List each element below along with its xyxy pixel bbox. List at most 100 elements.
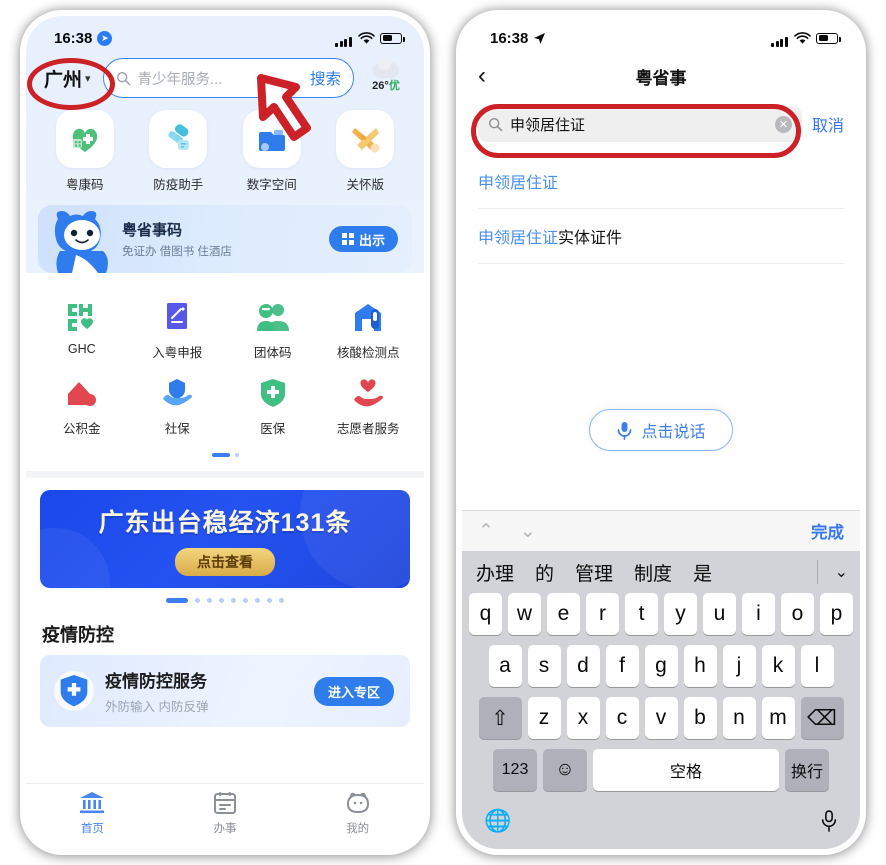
pagination-dot[interactable] (267, 598, 272, 603)
candidate-word[interactable]: 管理 (575, 559, 613, 586)
bottom-tab-bar: 首页 办事 我的 (26, 783, 424, 849)
service-medical-insurance[interactable]: 医保 (225, 373, 321, 437)
key-z[interactable]: z (527, 697, 561, 739)
pagination-active[interactable] (211, 453, 230, 457)
tab-home[interactable]: 首页 (26, 789, 159, 849)
chevron-down-icon[interactable]: ⌄ (520, 520, 536, 543)
weather-widget[interactable]: 26°优 (362, 56, 410, 94)
promo-button[interactable]: 点击查看 (175, 547, 275, 576)
shift-up-arrow-icon[interactable]: ⇧ (478, 697, 522, 739)
key-p[interactable]: p (820, 593, 853, 635)
microphone-icon[interactable] (820, 810, 838, 832)
key-x[interactable]: x (566, 697, 600, 739)
profile-face-icon (291, 789, 424, 817)
key-f[interactable]: f (605, 645, 639, 687)
numeric-key[interactable]: 123 (493, 749, 537, 791)
chevron-down-icon[interactable]: ⌄ (835, 562, 848, 582)
keyboard-row-3: ⇧ z x c v b n m ⌫ (462, 697, 860, 749)
city-selector[interactable]: 广州 ▾ (40, 63, 95, 94)
pagination-dot[interactable] (255, 598, 260, 603)
key-c[interactable]: c (605, 697, 639, 739)
service-housing-fund[interactable]: 公积金 (34, 373, 130, 437)
list-item[interactable]: 申领居住证 (478, 154, 844, 209)
pagination-dot[interactable] (219, 598, 224, 603)
key-b[interactable]: b (683, 697, 717, 739)
key-m[interactable]: m (761, 697, 795, 739)
app-shortcut-digital-space[interactable]: 数字空间 (225, 110, 319, 193)
app-shortcut-epidemic-assistant[interactable]: 防疫助手 (132, 110, 226, 193)
candidate-word[interactable]: 办理 (476, 559, 514, 586)
app-shortcut-yuekangma[interactable]: 粤康码 (38, 110, 132, 193)
globe-language-icon[interactable]: 🌐 (484, 808, 511, 834)
pagination-active[interactable] (166, 598, 188, 603)
epidemic-service-card[interactable]: 疫情防控服务 外防输入 内防反弹 进入专区 (40, 655, 410, 727)
done-button[interactable]: 完成 (811, 519, 844, 543)
key-y[interactable]: y (664, 593, 697, 635)
key-u[interactable]: u (703, 593, 736, 635)
key-h[interactable]: h (683, 645, 717, 687)
candidate-word[interactable]: 制度 (634, 559, 672, 586)
service-social-security[interactable]: 社保 (130, 373, 226, 437)
search-input[interactable]: 申领居住证 ✕ (478, 106, 802, 142)
chevron-up-icon[interactable]: ⌃ (478, 520, 494, 543)
service-group-code[interactable]: 团体码 (225, 297, 321, 361)
shield-plus-icon (54, 671, 94, 711)
key-l[interactable]: l (800, 645, 834, 687)
enter-zone-button[interactable]: 进入专区 (313, 677, 394, 706)
left-header-area: 16:38 ➤ 广州 ▾ 青少年服务... 搜索 26°优 粤康码 防疫助手 数… (26, 16, 424, 273)
clear-circle-icon[interactable]: ✕ (774, 115, 792, 133)
candidate-word[interactable]: 的 (535, 559, 554, 586)
return-key[interactable]: 换行 (785, 749, 829, 791)
key-n[interactable]: n (722, 697, 756, 739)
service-volunteer[interactable]: 志愿者服务 (321, 373, 417, 437)
key-k[interactable]: k (761, 645, 795, 687)
pagination-dot[interactable] (207, 598, 212, 603)
tab-services[interactable]: 办事 (159, 789, 292, 849)
pagination-dot[interactable] (243, 598, 248, 603)
pagination-dot[interactable] (231, 598, 236, 603)
key-t[interactable]: t (625, 593, 658, 635)
key-w[interactable]: w (508, 593, 541, 635)
key-a[interactable]: a (488, 645, 522, 687)
keyboard: ⌃ ⌄ 完成 办理 的 管理 制度 是 ⌄ q w e r t y u i o … (462, 510, 860, 849)
voice-input-label: 点击说话 (641, 424, 706, 441)
service-declaration[interactable]: 入粤申报 (130, 297, 226, 361)
keyboard-row-4: 123 ☺ 空格 换行 (462, 749, 860, 801)
home-building-icon (26, 789, 159, 817)
key-i[interactable]: i (742, 593, 775, 635)
key-o[interactable]: o (781, 593, 814, 635)
key-s[interactable]: s (527, 645, 561, 687)
suggestion-list: 申领居住证 申领居住证实体证件 (462, 154, 860, 264)
candidate-word[interactable]: 是 (693, 559, 712, 586)
show-code-label: 出示 (358, 232, 385, 248)
search-value: 申领居住证 (510, 116, 586, 134)
tab-profile[interactable]: 我的 (291, 789, 424, 849)
pagination-dot[interactable] (234, 453, 239, 457)
key-r[interactable]: r (586, 593, 619, 635)
decorative-blob (300, 490, 410, 588)
search-button[interactable]: 搜索 (310, 67, 341, 89)
backspace-delete-icon[interactable]: ⌫ (800, 697, 844, 739)
emoji-smiley-icon[interactable]: ☺ (543, 749, 587, 791)
key-q[interactable]: q (469, 593, 502, 635)
key-g[interactable]: g (644, 645, 678, 687)
key-d[interactable]: d (566, 645, 600, 687)
service-ghc[interactable]: GHC (34, 297, 130, 361)
space-key[interactable]: 空格 (593, 749, 779, 791)
voice-input-button[interactable]: 点击说话 (589, 409, 733, 451)
show-code-button[interactable]: 出示 (328, 226, 398, 252)
key-j[interactable]: j (722, 645, 756, 687)
cancel-button[interactable]: 取消 (812, 112, 844, 136)
app-shortcut-care-version[interactable]: 关怀版 (319, 110, 413, 193)
service-testing-site[interactable]: 核酸检测点 (321, 297, 417, 361)
status-time: 16:38 (54, 29, 93, 47)
key-e[interactable]: e (547, 593, 580, 635)
search-input[interactable]: 青少年服务... 搜索 (102, 58, 354, 98)
key-v[interactable]: v (644, 697, 678, 739)
pagination-dot[interactable] (195, 598, 200, 603)
promo-banner[interactable]: 广东出台稳经济131条 点击查看 (40, 490, 410, 588)
heart-health-code-icon (55, 110, 114, 168)
pagination-dot[interactable] (279, 598, 284, 603)
yuesheng-code-banner[interactable]: 粤省事码 免证办 借图书 住酒店 出示 (38, 205, 412, 273)
list-item[interactable]: 申领居住证实体证件 (478, 209, 844, 264)
